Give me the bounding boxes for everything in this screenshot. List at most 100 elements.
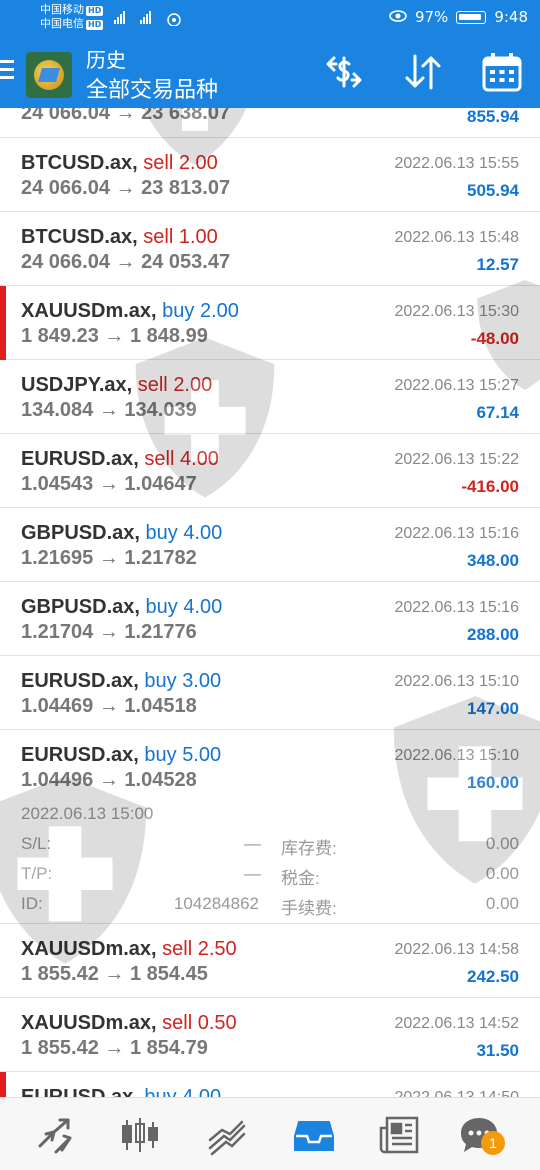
trade-prices: 24 066.04 → 24 053.47 [21, 251, 231, 273]
trade-side: sell [162, 1012, 193, 1034]
trade-volume: 4.00 [179, 448, 219, 470]
trade-symbol: XAUUSDm.ax, [21, 300, 157, 322]
trade-row[interactable]: EURUSD.ax, buy 3.00 1.04469 → 1.04518 20… [0, 656, 540, 730]
swap-value: 0.00 [485, 834, 519, 853]
trade-icon[interactable] [34, 1114, 76, 1156]
trade-profit: 31.50 [476, 1041, 519, 1060]
sl-label: S/L: [21, 834, 52, 853]
page-title: 历史 [86, 48, 126, 72]
id-label: ID: [21, 894, 43, 913]
trade-row[interactable]: XAUUSDm.ax, sell 0.50 1 855.42 → 1 854.7… [0, 998, 540, 1072]
trade-prices: 134.084 → 134.039 [21, 399, 197, 421]
trade-time: 2022.06.13 15:10 [394, 747, 519, 764]
id-value: 104284862 [173, 894, 259, 913]
trade-side: sell [144, 448, 175, 470]
trade-prices: 1.21704 → 1.21776 [21, 621, 197, 643]
trade-profit: -48.00 [470, 329, 519, 348]
trade-side: buy [145, 522, 178, 544]
trade-profit: 12.57 [476, 255, 519, 274]
trade-side: buy [162, 300, 195, 322]
carrier-1: 中国移动 [40, 3, 84, 16]
trade-prices: 1.04543 → 1.04647 [21, 473, 197, 495]
trade-side: sell [162, 938, 193, 960]
status-bar: 中国移动 HD 中国电信 HD 97% 9:48 [0, 0, 540, 36]
chart-icon[interactable] [119, 1114, 161, 1156]
carrier-info: 中国移动 HD 中国电信 HD [40, 3, 104, 31]
tp-value: — [244, 864, 261, 883]
signal-icon [106, 10, 186, 29]
trade-volume: 2.50 [197, 938, 237, 960]
trade-volume: 3.00 [182, 670, 222, 692]
currency-exchange-icon[interactable] [322, 50, 366, 94]
bottom-nav [0, 1097, 540, 1170]
hd-badge: HD [86, 20, 104, 30]
trade-volume: 4.00 [183, 596, 223, 618]
trade-symbol: XAUUSDm.ax, [21, 1012, 157, 1034]
symbol-filter[interactable]: 全部交易品种 [86, 72, 218, 104]
trade-side: sell [137, 374, 168, 396]
carrier-2: 中国电信 [40, 17, 84, 30]
tax-value: 0.00 [485, 864, 519, 883]
trade-volume: 1.00 [178, 226, 218, 248]
trade-row[interactable]: XAUUSDm.ax, buy 2.00 1 849.23 → 1 848.99… [0, 286, 540, 360]
trade-profit: 147.00 [467, 699, 519, 718]
clock: 9:48 [494, 8, 528, 26]
trade-volume: 4.00 [183, 522, 223, 544]
loss-indicator [0, 286, 6, 360]
trade-row[interactable]: BTCUSD.ax, sell 1.00 24 066.04 → 24 053.… [0, 212, 540, 286]
trade-prices: 1.21695 → 1.21782 [21, 547, 197, 569]
trade-volume: 2.00 [173, 374, 213, 396]
trade-row[interactable]: EURUSD.ax, sell 4.00 1.04543 → 1.04647 2… [0, 434, 540, 508]
trade-row[interactable]: XAUUSDm.ax, sell 2.50 1 855.42 → 1 854.4… [0, 924, 540, 998]
trade-symbol: GBPUSD.ax, [21, 522, 140, 544]
trade-side: buy [144, 670, 177, 692]
commission-label: 手续费: [281, 899, 337, 918]
trade-symbol: EURUSD.ax, [21, 744, 139, 766]
menu-icon[interactable] [0, 60, 16, 84]
trade-row[interactable]: GBPUSD.ax, buy 4.00 1.21695 → 1.21782 20… [0, 508, 540, 582]
trade-time: 2022.06.13 15:30 [394, 303, 519, 320]
trade-profit: 67.14 [476, 403, 519, 422]
trade-profit: 242.50 [467, 967, 519, 986]
analytics-icon[interactable] [206, 1114, 248, 1156]
trade-row[interactable]: 24 066.04 → 23 638.07 855.94 [0, 102, 540, 138]
tp-label: T/P: [21, 864, 53, 883]
trade-symbol: EURUSD.ax, [21, 448, 139, 470]
hd-badge: HD [86, 6, 104, 16]
battery-percent: 97% [414, 8, 449, 26]
trade-prices: 1.04496 → 1.04528 [21, 769, 197, 791]
trade-prices: 1 855.42 → 1 854.45 [21, 963, 208, 985]
trade-prices: 1 849.23 → 1 848.99 [21, 325, 208, 347]
news-icon[interactable] [379, 1114, 421, 1156]
trade-symbol: XAUUSDm.ax, [21, 938, 157, 960]
trade-prices: 24 066.04 → 23 813.07 [21, 177, 231, 199]
trade-row-expanded[interactable]: EURUSD.ax, buy 5.00 1.04496 → 1.04528 20… [0, 730, 540, 924]
trade-time: 2022.06.13 14:52 [394, 1015, 519, 1032]
history-icon[interactable] [293, 1114, 335, 1156]
trade-history-list[interactable]: 24 066.04 → 23 638.07 855.94 BTCUSD.ax, … [0, 102, 540, 1146]
trade-symbol: GBPUSD.ax, [21, 596, 140, 618]
trade-time: 2022.06.13 14:58 [394, 941, 519, 958]
trade-prices: 1.04469 → 1.04518 [21, 695, 197, 717]
trade-time: 2022.06.13 15:22 [394, 451, 519, 468]
trade-symbol: BTCUSD.ax, [21, 226, 138, 248]
trade-volume: 0.50 [197, 1012, 237, 1034]
calendar-icon[interactable] [480, 50, 524, 94]
trade-row[interactable]: GBPUSD.ax, buy 4.00 1.21704 → 1.21776 20… [0, 582, 540, 656]
trade-profit: -416.00 [461, 477, 519, 496]
eye-icon [389, 8, 407, 26]
trade-side: sell [143, 226, 174, 248]
sort-icon[interactable] [401, 50, 445, 94]
trade-row[interactable]: BTCUSD.ax, sell 2.00 24 066.04 → 23 813.… [0, 138, 540, 212]
trade-volume: 2.00 [199, 300, 239, 322]
trade-profit: 505.94 [467, 181, 519, 200]
trade-time: 2022.06.13 15:27 [394, 377, 519, 394]
trade-volume: 2.00 [178, 152, 218, 174]
trade-symbol: EURUSD.ax, [21, 670, 139, 692]
battery-icon [456, 10, 487, 24]
status-right: 97% 9:48 [389, 8, 528, 26]
trade-time: 2022.06.13 15:10 [394, 673, 519, 690]
trade-row[interactable]: USDJPY.ax, sell 2.00 134.084 → 134.039 2… [0, 360, 540, 434]
trade-time: 2022.06.13 15:55 [394, 155, 519, 172]
tax-label: 税金: [281, 869, 320, 888]
